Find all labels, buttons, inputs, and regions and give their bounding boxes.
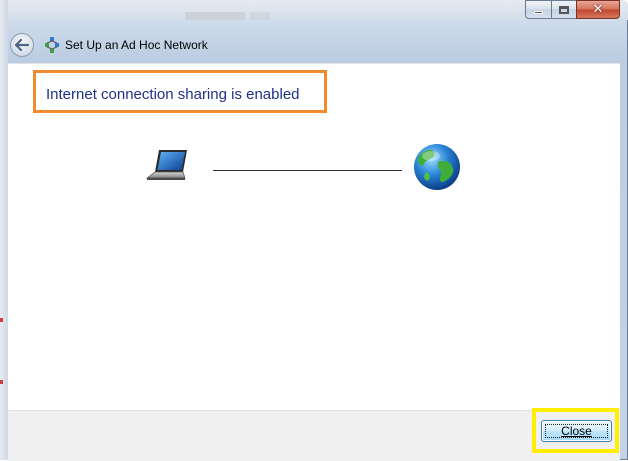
window-title: Set Up an Ad Hoc Network — [65, 38, 208, 52]
dialog-footer — [8, 410, 620, 461]
caption-buttons: ✕ — [525, 0, 620, 19]
content-pane — [8, 63, 620, 411]
back-button[interactable] — [10, 33, 34, 57]
minimize-button[interactable] — [525, 0, 551, 19]
focus-rectangle — [545, 424, 608, 438]
close-window-button[interactable]: ✕ — [576, 0, 620, 19]
page-heading: Internet connection sharing is enabled — [46, 86, 300, 103]
background-left-edge — [0, 0, 8, 460]
background-window-title — [250, 12, 270, 20]
background-window-title — [185, 12, 245, 20]
maximize-icon — [559, 5, 569, 14]
internet-globe-icon — [414, 144, 460, 190]
background-marker — [0, 380, 3, 384]
back-arrow-icon — [15, 39, 29, 51]
close-icon: ✕ — [592, 2, 604, 17]
background-marker — [0, 318, 3, 322]
close-button[interactable]: Close — [541, 420, 612, 442]
maximize-button[interactable] — [551, 0, 576, 19]
connection-line — [213, 170, 402, 171]
ad-hoc-network-icon — [45, 37, 59, 53]
minimize-icon — [534, 11, 543, 14]
laptop-icon — [145, 150, 187, 180]
